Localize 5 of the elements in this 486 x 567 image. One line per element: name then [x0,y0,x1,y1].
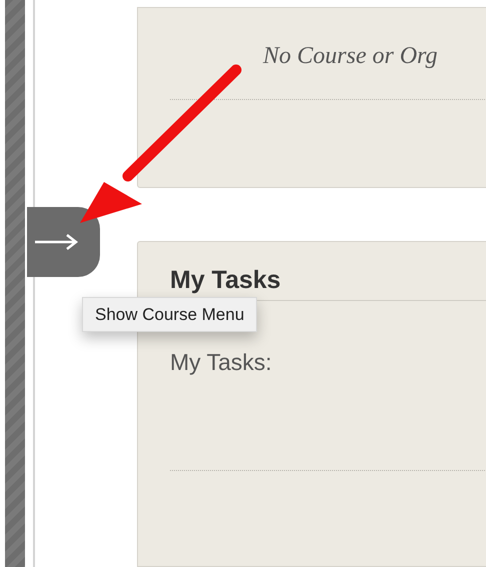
tasks-label: My Tasks: [170,349,272,375]
module-title: My Tasks [170,266,281,294]
show-menu-tab[interactable] [27,207,100,277]
empty-message: No Course or Org [263,43,438,69]
tooltip: Show Course Menu [82,297,258,332]
